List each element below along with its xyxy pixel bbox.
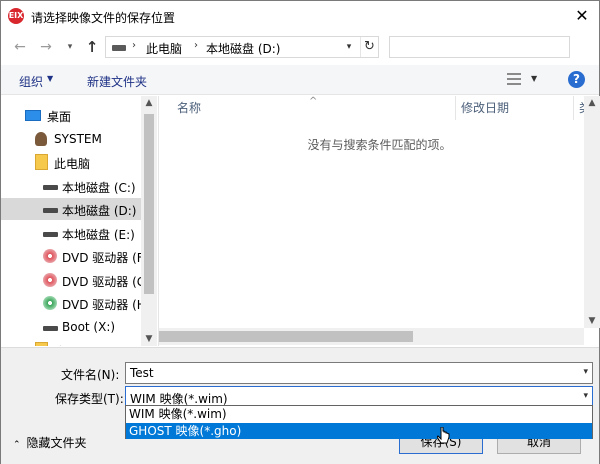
dvd-icon	[43, 249, 57, 263]
navigation-pane: 桌面 SYSTEM 此电脑 本地磁盘 (C:) 本地磁盘 (D:) 本地磁盘 (…	[1, 96, 157, 346]
breadcrumb-drive-d[interactable]: 本地磁盘 (D:)	[206, 40, 280, 57]
tree-item-drive-d[interactable]: 本地磁盘 (D:)	[1, 198, 141, 220]
empty-results-message: 没有与搜索条件匹配的项。	[307, 138, 452, 152]
tree-item-label: Boot (X:)	[62, 320, 116, 334]
column-divider[interactable]	[573, 96, 574, 120]
help-icon[interactable]: ?	[568, 71, 585, 88]
column-header-name[interactable]: 名称	[177, 96, 201, 120]
chevron-down-icon[interactable]: ▾	[583, 391, 588, 401]
tree-item-label: DVD 驱动器 (H	[62, 298, 146, 312]
dvd-icon	[43, 273, 57, 287]
tree-item-drive-c[interactable]: 本地磁盘 (C:)	[1, 175, 141, 197]
search-input[interactable]	[389, 36, 570, 58]
column-divider[interactable]	[455, 96, 456, 120]
filetype-selected-value: WIM 映像(*.wim)	[130, 392, 228, 406]
scroll-down-icon[interactable]: ▼	[141, 334, 157, 344]
tree-item-dvd-g[interactable]: DVD 驱动器 (G	[1, 269, 146, 291]
desktop-icon	[25, 110, 41, 121]
filename-history-chevron-icon[interactable]: ▾	[583, 367, 588, 377]
tree-item-label: 本地磁盘 (D:)	[62, 204, 137, 218]
organize-button[interactable]: 组织	[19, 73, 43, 90]
drive-icon	[43, 185, 58, 190]
app-logo-icon: EIX	[8, 8, 24, 24]
view-options-caret-icon[interactable]: ▼	[531, 74, 537, 83]
tree-item-label: 本地磁盘 (E:)	[62, 228, 135, 242]
filetype-dropdown-list: WIM 映像(*.wim) GHOST 映像(*.gho)	[125, 405, 593, 439]
filetype-label: 保存类型(T):	[55, 392, 124, 406]
folder-icon	[35, 154, 48, 170]
breadcrumb-separator-icon[interactable]: ›	[194, 40, 198, 51]
user-icon	[35, 132, 47, 146]
tree-item-label: DVD 驱动器 (G	[62, 275, 147, 289]
scrollbar-thumb[interactable]	[159, 331, 413, 342]
pointer-cursor-icon	[437, 427, 450, 444]
filetype-option-gho[interactable]: GHOST 映像(*.gho)	[126, 423, 592, 439]
tree-item-label: SYSTEM	[54, 132, 102, 146]
navigation-pane-scrollbar[interactable]: ▲ ▼	[141, 96, 157, 346]
forward-arrow-icon[interactable]: →	[37, 37, 55, 57]
new-folder-button[interactable]: 新建文件夹	[87, 73, 147, 90]
save-dialog: EIX 请选择映像文件的保存位置 ✕ ← → ▾ ↑ › 此电脑 › 本地磁盘 …	[0, 0, 600, 464]
breadcrumb-this-pc[interactable]: 此电脑	[146, 40, 182, 57]
tree-item-drive-e[interactable]: 本地磁盘 (E:)	[1, 222, 141, 244]
drive-icon	[112, 45, 126, 51]
recent-locations-chevron-icon[interactable]: ▾	[61, 37, 79, 57]
drive-icon	[43, 326, 58, 331]
tree-item-system[interactable]: SYSTEM	[1, 128, 141, 150]
filename-label: 文件名(N):	[61, 368, 120, 382]
tree-item-label: 本地磁盘 (C:)	[62, 181, 136, 195]
window-title: 请选择映像文件的保存位置	[31, 11, 176, 25]
organize-caret-icon[interactable]: ▼	[47, 74, 53, 83]
back-arrow-icon[interactable]: ←	[11, 37, 29, 57]
scroll-down-icon[interactable]: ▼	[584, 316, 600, 326]
library-icon	[35, 342, 48, 346]
dvd-green-icon	[43, 296, 57, 310]
tree-item-boot-x[interactable]: Boot (X:)	[1, 316, 141, 338]
breadcrumb-separator-icon: ›	[132, 40, 136, 51]
address-history-chevron-icon[interactable]: ▾	[342, 40, 356, 54]
tree-item-label: 库	[54, 343, 66, 346]
tree-item-label: 此电脑	[54, 157, 91, 171]
title-bar: EIX 请选择映像文件的保存位置 ✕	[1, 1, 599, 31]
file-list-vertical-scrollbar[interactable]: ▲ ▼	[584, 96, 600, 328]
view-options-icon[interactable]	[507, 72, 523, 86]
tree-item-dvd-f[interactable]: DVD 驱动器 (F	[1, 245, 144, 267]
tree-item-this-pc[interactable]: 此电脑	[1, 151, 141, 173]
tree-item-desktop[interactable]: 桌面	[1, 104, 141, 126]
hide-folders-label: 隐藏文件夹	[26, 436, 87, 450]
tree-item-dvd-h[interactable]: DVD 驱动器 (H	[1, 292, 146, 314]
drive-icon	[43, 232, 58, 237]
column-header-date-modified[interactable]: 修改日期	[461, 96, 509, 120]
tree-item-label: 桌面	[47, 110, 72, 124]
navigation-bar: ← → ▾ ↑ › 此电脑 › 本地磁盘 (D:) ▾ ↻	[1, 33, 599, 61]
file-list-pane: 名称 ^ 修改日期 类型 没有与搜索条件匹配的项。 ▲ ▼	[158, 96, 600, 346]
close-button[interactable]: ✕	[569, 3, 595, 29]
scroll-up-icon[interactable]: ▲	[141, 98, 157, 108]
filename-value: Test	[130, 366, 154, 380]
command-toolbar: 组织 ▼ 新建文件夹 ▼ ?	[1, 65, 599, 95]
chevron-up-icon: ⌃	[13, 440, 21, 450]
filetype-option-wim[interactable]: WIM 映像(*.wim)	[126, 406, 592, 422]
scrollbar-thumb[interactable]	[144, 114, 154, 294]
drive-icon	[43, 208, 58, 213]
tree-item-label: DVD 驱动器 (F	[62, 251, 144, 265]
file-list-horizontal-scrollbar[interactable]	[159, 328, 584, 345]
address-bar[interactable]: › 此电脑 › 本地磁盘 (D:) ▾ ↻	[105, 36, 379, 58]
filename-field[interactable]: Test ▾	[125, 362, 593, 384]
up-arrow-icon[interactable]: ↑	[83, 37, 101, 57]
hide-folders-toggle[interactable]: ⌃ 隐藏文件夹	[13, 434, 87, 451]
refresh-icon[interactable]: ↻	[360, 37, 378, 57]
scroll-up-icon[interactable]: ▲	[584, 98, 600, 108]
tree-item-library[interactable]: 库	[1, 339, 141, 346]
sort-ascending-icon: ^	[309, 96, 318, 107]
